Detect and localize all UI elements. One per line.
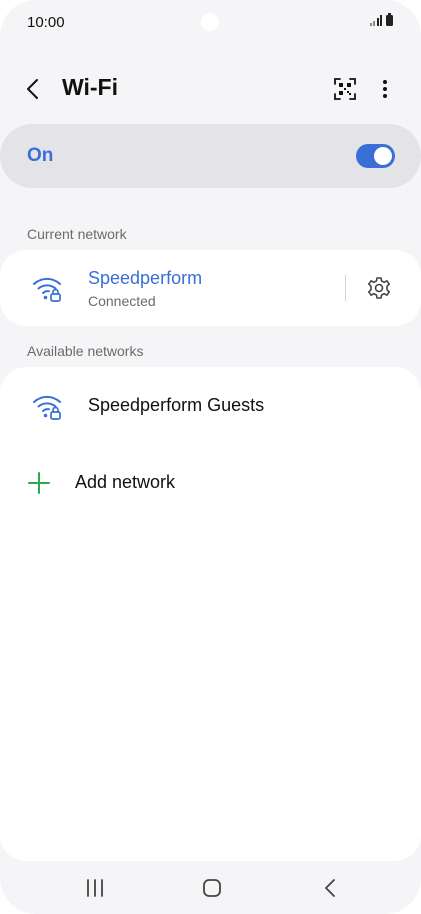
current-network-row[interactable]: Speedperform Connected xyxy=(0,250,421,326)
app-header: Wi-Fi xyxy=(0,66,421,112)
current-network-card: Speedperform Connected xyxy=(0,250,421,326)
current-network-status: Connected xyxy=(88,293,156,309)
current-network-name: Speedperform xyxy=(88,268,203,288)
switch-knob xyxy=(374,147,392,165)
wifi-toggle-card[interactable]: On xyxy=(0,124,421,188)
wifi-lock-icon xyxy=(33,395,61,420)
home-icon xyxy=(203,879,221,897)
available-networks-label: Available networks xyxy=(27,343,144,359)
nav-back-button[interactable] xyxy=(318,876,344,900)
page-title: Wi-Fi xyxy=(62,74,118,100)
wifi-lock-icon xyxy=(33,277,61,302)
recents-icon xyxy=(87,879,103,897)
chevron-left-icon xyxy=(325,879,335,897)
wifi-toggle-label: On xyxy=(27,145,54,166)
plus-icon xyxy=(28,472,50,494)
battery-icon xyxy=(386,13,393,26)
qr-code-button[interactable] xyxy=(332,76,358,102)
chevron-left-icon xyxy=(27,79,38,99)
qr-code-scan-icon xyxy=(334,78,356,100)
home-button[interactable] xyxy=(199,876,225,900)
more-options-button[interactable] xyxy=(374,76,396,102)
camera-cutout xyxy=(201,13,219,31)
add-network-button[interactable]: Add network xyxy=(0,460,421,506)
recents-button[interactable] xyxy=(82,876,108,900)
current-network-label: Current network xyxy=(27,226,127,242)
more-vertical-icon xyxy=(383,80,387,98)
phone-screen: 10:00 Wi-Fi On Current network Speedperf… xyxy=(0,0,421,914)
wifi-switch[interactable] xyxy=(356,144,395,168)
status-bar: 10:00 xyxy=(0,0,421,46)
status-time: 10:00 xyxy=(27,14,65,31)
back-button[interactable] xyxy=(22,76,46,102)
signal-icon xyxy=(369,14,382,26)
gear-icon xyxy=(368,277,390,299)
available-network-item[interactable]: Speedperform Guests xyxy=(0,377,421,435)
network-settings-button[interactable] xyxy=(366,275,392,301)
status-icons xyxy=(369,13,393,26)
system-nav-bar xyxy=(0,862,421,914)
available-network-name: Speedperform Guests xyxy=(88,395,265,415)
divider xyxy=(345,275,346,301)
add-network-label: Add network xyxy=(75,472,176,492)
available-networks-card: Speedperform Guests xyxy=(0,367,421,861)
